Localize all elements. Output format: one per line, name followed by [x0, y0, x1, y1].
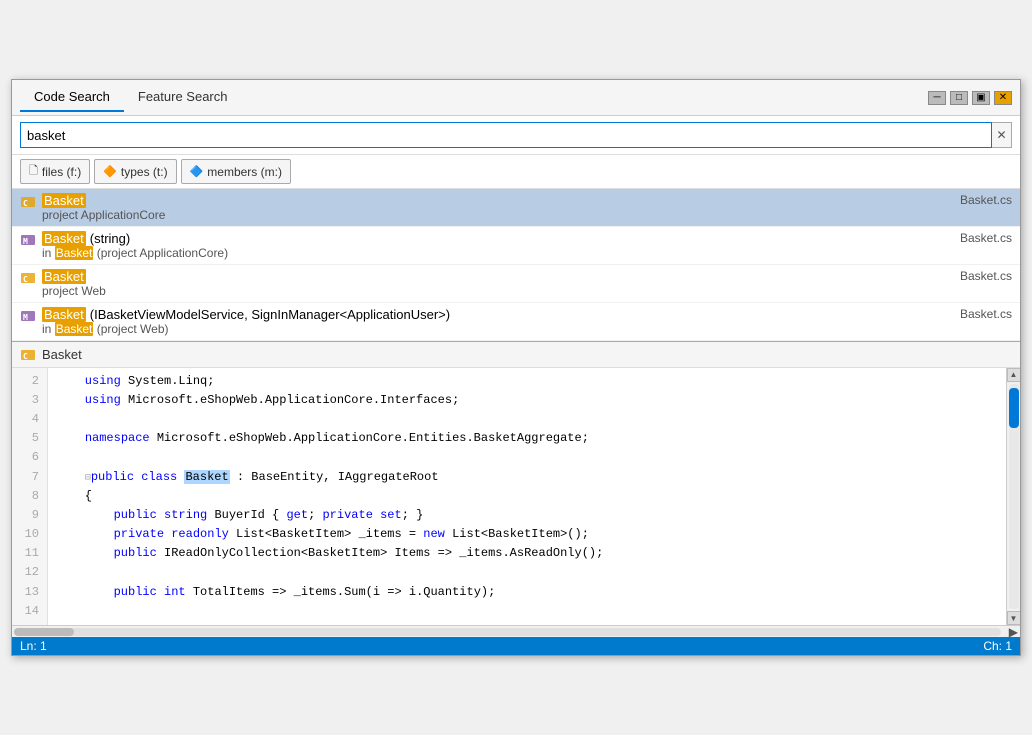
member-icon: M — [20, 308, 36, 327]
status-bar: Ln: 1 Ch: 1 — [12, 637, 1020, 655]
line-numbers: 2 3 4 5 6 7 8 9 10 11 12 13 14 — [12, 368, 48, 625]
filter-members-label: members (m:) — [207, 165, 282, 179]
result-content: Basket project Web — [42, 269, 944, 298]
result-file: Basket.cs — [944, 269, 1012, 283]
scroll-up-button[interactable]: ▲ — [1007, 368, 1021, 382]
main-window: Code Search Feature Search ─ □ ▣ ✕ ✕ 🗋 f… — [11, 79, 1021, 656]
scroll-track[interactable] — [1009, 384, 1019, 609]
pin-button[interactable]: ▣ — [972, 91, 990, 105]
status-ln: Ln: 1 — [20, 639, 47, 653]
result-title-highlight: Basket — [42, 269, 86, 284]
minimize-button[interactable]: ─ — [928, 91, 946, 105]
svg-text:M: M — [23, 237, 28, 246]
scroll-thumb[interactable] — [1009, 388, 1019, 428]
vertical-scrollbar[interactable]: ▲ ▼ — [1006, 368, 1020, 625]
result-content: Basket(IBasketViewModelService, SignInMa… — [42, 307, 944, 336]
filter-types-label: types (t:) — [121, 165, 168, 179]
code-header-icon: C — [20, 346, 36, 363]
result-content: Basket(string) in Basket (project Applic… — [42, 231, 944, 260]
result-file: Basket.cs — [944, 307, 1012, 321]
search-bar: ✕ — [12, 116, 1020, 155]
result-title: Basket — [42, 193, 944, 208]
types-icon: 🔶 — [103, 165, 117, 178]
subtitle-highlight: Basket — [55, 246, 94, 260]
status-ch: Ch: 1 — [983, 639, 1012, 653]
member-icon: M — [20, 232, 36, 251]
result-item[interactable]: M Basket(string) in Basket (project Appl… — [12, 227, 1020, 265]
result-subtitle: in Basket (project ApplicationCore) — [42, 246, 944, 260]
result-title-highlight: Basket — [42, 231, 86, 246]
close-button[interactable]: ✕ — [994, 91, 1012, 105]
code-panel: C Basket 2 3 4 5 6 7 8 9 10 11 12 13 14 — [12, 342, 1020, 655]
filter-files-button[interactable]: 🗋 files (f:) — [20, 159, 90, 184]
filter-files-label: files (f:) — [42, 165, 81, 179]
svg-text:M: M — [23, 313, 28, 322]
result-title: Basket (string) — [42, 231, 944, 246]
class-icon: C — [20, 194, 36, 213]
files-icon: 🗋 — [29, 162, 38, 181]
subtitle-highlight: Basket — [55, 322, 94, 336]
restore-button[interactable]: □ — [950, 91, 968, 105]
search-input[interactable] — [20, 122, 992, 148]
result-title-text: (IBasketViewModelService, SignInManager<… — [90, 307, 450, 322]
h-scroll-thumb[interactable] — [14, 628, 74, 636]
members-icon: 🔷 — [190, 165, 204, 178]
scroll-down-button[interactable]: ▼ — [1007, 611, 1021, 625]
result-item[interactable]: C Basket project ApplicationCore Basket.… — [12, 189, 1020, 227]
tab-code-search[interactable]: Code Search — [20, 83, 124, 112]
code-content: using System.Linq; using Microsoft.eShop… — [48, 368, 1006, 625]
code-header: C Basket — [12, 342, 1020, 368]
result-subtitle: in Basket (project Web) — [42, 322, 944, 336]
result-subtitle: project Web — [42, 284, 944, 298]
svg-text:C: C — [23, 275, 28, 284]
result-title-highlight: Basket — [42, 193, 86, 208]
filter-members-button[interactable]: 🔷 members (m:) — [181, 159, 291, 184]
h-scroll-track[interactable] — [14, 628, 1001, 636]
result-file: Basket.cs — [944, 231, 1012, 245]
filter-bar: 🗋 files (f:) 🔶 types (t:) 🔷 members (m:) — [12, 155, 1020, 189]
result-subtitle: project ApplicationCore — [42, 208, 944, 222]
result-item[interactable]: C Basket project Web Basket.cs — [12, 265, 1020, 303]
results-panel: C Basket project ApplicationCore Basket.… — [12, 189, 1020, 342]
code-header-label: Basket — [42, 347, 82, 362]
result-title-highlight: Basket — [42, 307, 86, 322]
class-icon: C — [20, 270, 36, 289]
result-file: Basket.cs — [944, 193, 1012, 207]
result-content: Basket project ApplicationCore — [42, 193, 944, 222]
tab-feature-search[interactable]: Feature Search — [124, 83, 242, 112]
result-title: Basket (IBasketViewModelService, SignInMa… — [42, 307, 944, 322]
clear-button[interactable]: ✕ — [992, 122, 1012, 148]
filter-types-button[interactable]: 🔶 types (t:) — [94, 159, 176, 184]
result-item[interactable]: M Basket(IBasketViewModelService, SignIn… — [12, 303, 1020, 341]
svg-text:C: C — [23, 352, 28, 361]
result-title-text: (string) — [90, 231, 130, 246]
code-body[interactable]: 2 3 4 5 6 7 8 9 10 11 12 13 14 using Sys… — [12, 368, 1020, 625]
result-title: Basket — [42, 269, 944, 284]
horizontal-scrollbar[interactable]: ▶ — [12, 625, 1020, 637]
window-controls: ─ □ ▣ ✕ — [928, 91, 1012, 105]
title-bar: Code Search Feature Search ─ □ ▣ ✕ — [12, 80, 1020, 116]
svg-text:C: C — [23, 199, 28, 208]
